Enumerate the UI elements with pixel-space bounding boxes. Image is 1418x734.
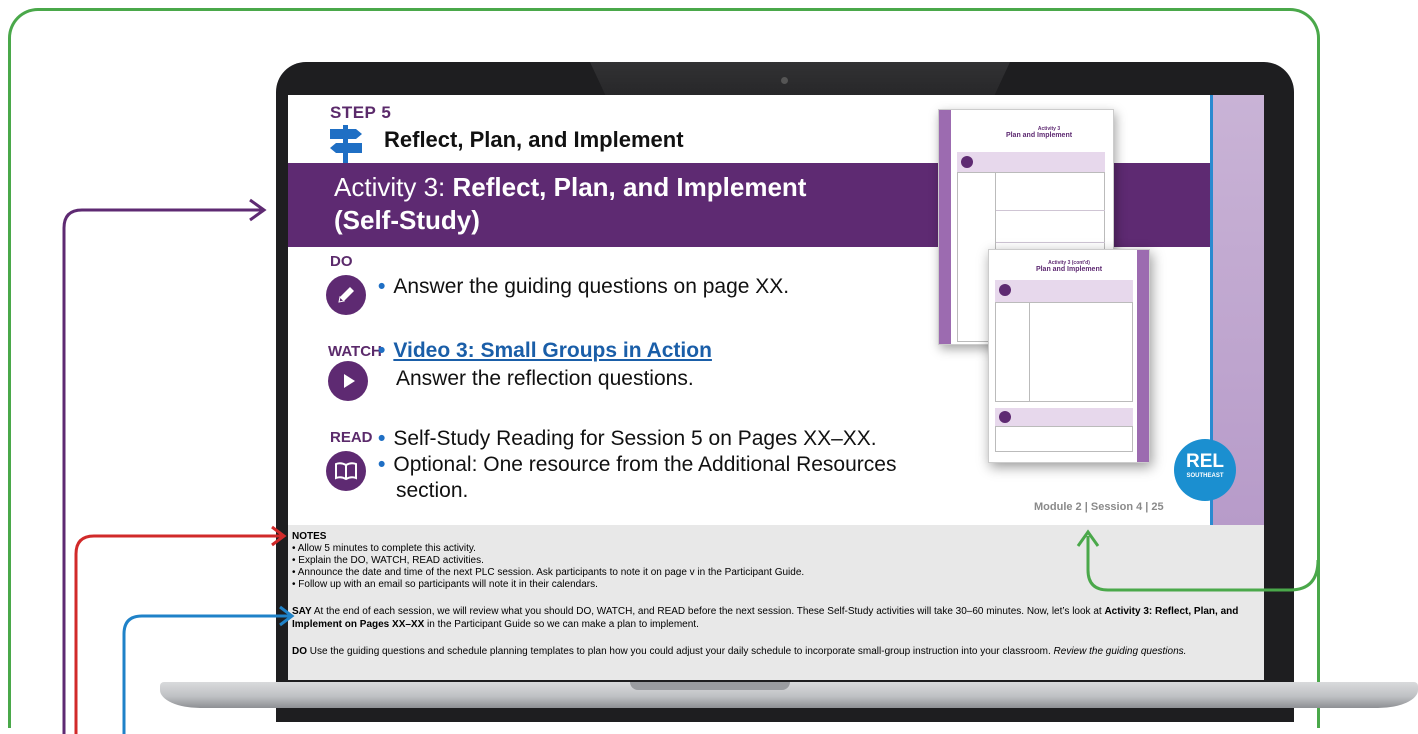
blue-callout-arrow xyxy=(122,614,290,734)
callout-arrows xyxy=(62,198,1320,734)
red-callout-arrow xyxy=(74,534,282,734)
green-callout-arrow xyxy=(1086,536,1320,592)
purple-callout-arrow xyxy=(62,208,262,734)
